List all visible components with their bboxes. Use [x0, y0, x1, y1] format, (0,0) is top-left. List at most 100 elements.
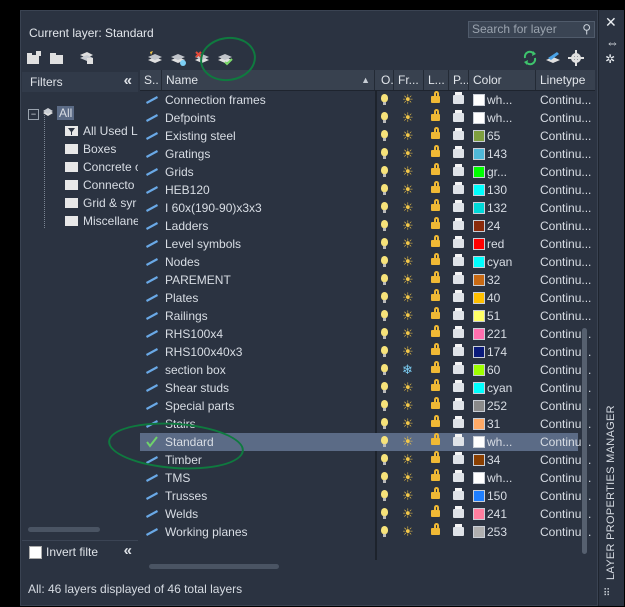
header-freeze[interactable]: Fr...: [394, 70, 424, 90]
layer-name[interactable]: Ladders: [165, 217, 373, 235]
layer-color[interactable]: 32: [487, 271, 535, 289]
layer-name[interactable]: I 60x(190-90)x3x3: [165, 199, 373, 217]
color-swatch[interactable]: [473, 454, 485, 466]
on-lightbulb-icon[interactable]: [381, 130, 388, 141]
unlocked-padlock-icon[interactable]: [431, 451, 440, 463]
grid-vertical-scrollbar[interactable]: [582, 328, 587, 554]
plot-printer-icon[interactable]: [453, 146, 464, 158]
layer-row[interactable]: Shear studs ☀ cyan Continu...: [140, 379, 591, 397]
thawed-sun-icon[interactable]: ☀: [402, 92, 414, 108]
layer-name[interactable]: Nodes: [165, 253, 373, 271]
plot-printer-icon[interactable]: [453, 308, 464, 320]
plot-printer-icon[interactable]: [453, 272, 464, 284]
unlocked-padlock-icon[interactable]: [431, 199, 440, 211]
plot-printer-icon[interactable]: [453, 200, 464, 212]
color-swatch[interactable]: [473, 508, 485, 520]
collapse-filters-bottom-button[interactable]: «: [124, 542, 132, 559]
layer-linetype[interactable]: Continu...: [540, 91, 595, 109]
color-swatch[interactable]: [473, 400, 485, 412]
unlocked-padlock-icon[interactable]: [431, 181, 440, 193]
new-layer-vp-frozen-icon[interactable]: [170, 50, 186, 66]
layer-states-manager-icon[interactable]: [78, 49, 94, 65]
thawed-sun-icon[interactable]: ☀: [402, 326, 414, 342]
layer-linetype[interactable]: Continu...: [540, 307, 595, 325]
color-swatch[interactable]: [473, 184, 485, 196]
search-layer-input[interactable]: Search for layer ⚲: [468, 21, 595, 38]
thawed-sun-icon[interactable]: ☀: [402, 236, 414, 252]
plot-printer-icon[interactable]: [453, 182, 464, 194]
layer-color[interactable]: 253: [487, 523, 535, 541]
on-lightbulb-icon[interactable]: [381, 364, 388, 375]
on-lightbulb-icon[interactable]: [381, 472, 388, 483]
thawed-sun-icon[interactable]: ☀: [402, 200, 414, 216]
on-lightbulb-icon[interactable]: [381, 202, 388, 213]
thawed-sun-icon[interactable]: ☀: [402, 452, 414, 468]
layer-row[interactable]: Level symbols ☀ red Continu...: [140, 235, 591, 253]
layer-color[interactable]: 143: [487, 145, 535, 163]
thawed-sun-icon[interactable]: ☀: [402, 128, 414, 144]
layer-row[interactable]: RHS100x40x3 ☀ 174 Continu...: [140, 343, 591, 361]
unlocked-padlock-icon[interactable]: [431, 271, 440, 283]
on-lightbulb-icon[interactable]: [381, 400, 388, 411]
layer-row[interactable]: HEB120 ☀ 130 Continu...: [140, 181, 591, 199]
layer-name[interactable]: section box: [165, 361, 373, 379]
expand-collapse-icon[interactable]: −: [28, 109, 39, 120]
layer-name[interactable]: Working planes: [165, 523, 373, 541]
on-lightbulb-icon[interactable]: [381, 166, 388, 177]
color-swatch[interactable]: [473, 130, 485, 142]
settings-gear-icon[interactable]: [568, 50, 584, 66]
unlocked-padlock-icon[interactable]: [431, 505, 440, 517]
plot-printer-icon[interactable]: [453, 326, 464, 338]
color-swatch[interactable]: [473, 292, 485, 304]
layer-color[interactable]: 60: [487, 361, 535, 379]
on-lightbulb-icon[interactable]: [381, 328, 388, 339]
layer-name[interactable]: Plates: [165, 289, 373, 307]
frozen-snowflake-icon[interactable]: ❄: [402, 362, 413, 378]
close-icon[interactable]: ✕: [605, 14, 617, 31]
layer-color[interactable]: 241: [487, 505, 535, 523]
new-layer-icon[interactable]: [147, 50, 163, 66]
layer-linetype[interactable]: Continu...: [540, 271, 595, 289]
color-swatch[interactable]: [473, 346, 485, 358]
layer-row[interactable]: section box ❄ 60 Continu...: [140, 361, 591, 379]
unlocked-padlock-icon[interactable]: [431, 397, 440, 409]
plot-printer-icon[interactable]: [453, 236, 464, 248]
properties-gear-icon[interactable]: ✲: [605, 52, 615, 66]
thawed-sun-icon[interactable]: ☀: [402, 470, 414, 486]
plot-printer-icon[interactable]: [453, 92, 464, 104]
color-swatch[interactable]: [473, 274, 485, 286]
on-lightbulb-icon[interactable]: [381, 220, 388, 231]
layer-linetype[interactable]: Continu...: [540, 253, 595, 271]
layer-status-icon[interactable]: [145, 523, 159, 544]
layer-row[interactable]: PAREMENT ☀ 32 Continu...: [140, 271, 591, 289]
layer-color[interactable]: wh...: [487, 91, 535, 109]
layer-color[interactable]: wh...: [487, 433, 535, 451]
unlocked-padlock-icon[interactable]: [431, 289, 440, 301]
refresh-icon[interactable]: [522, 50, 538, 66]
on-lightbulb-icon[interactable]: [381, 256, 388, 267]
collapse-filters-button[interactable]: «: [124, 72, 132, 89]
layer-color[interactable]: 40: [487, 289, 535, 307]
layer-name[interactable]: PAREMENT: [165, 271, 373, 289]
layer-row[interactable]: Defpoints ☀ wh... Continu...: [140, 109, 591, 127]
layer-row[interactable]: Nodes ☀ cyan Continu...: [140, 253, 591, 271]
plot-printer-icon[interactable]: [453, 470, 464, 482]
unlocked-padlock-icon[interactable]: [431, 253, 440, 265]
thawed-sun-icon[interactable]: ☀: [402, 488, 414, 504]
on-lightbulb-icon[interactable]: [381, 454, 388, 465]
on-lightbulb-icon[interactable]: [381, 310, 388, 321]
on-lightbulb-icon[interactable]: [381, 184, 388, 195]
unlocked-padlock-icon[interactable]: [431, 109, 440, 121]
color-swatch[interactable]: [473, 328, 485, 340]
unlocked-padlock-icon[interactable]: [431, 415, 440, 427]
layer-name[interactable]: HEB120: [165, 181, 373, 199]
filters-horizontal-scrollbar[interactable]: [28, 527, 100, 532]
layer-name[interactable]: Gratings: [165, 145, 373, 163]
plot-printer-icon[interactable]: [453, 362, 464, 374]
layer-row[interactable]: Gratings ☀ 143 Continu...: [140, 145, 591, 163]
thawed-sun-icon[interactable]: ☀: [402, 344, 414, 360]
thawed-sun-icon[interactable]: ☀: [402, 506, 414, 522]
layer-row[interactable]: Working planes ☀ 253 Continu...: [140, 523, 591, 544]
thawed-sun-icon[interactable]: ☀: [402, 380, 414, 396]
layer-row[interactable]: Trusses ☀ 150 Continu...: [140, 487, 591, 505]
